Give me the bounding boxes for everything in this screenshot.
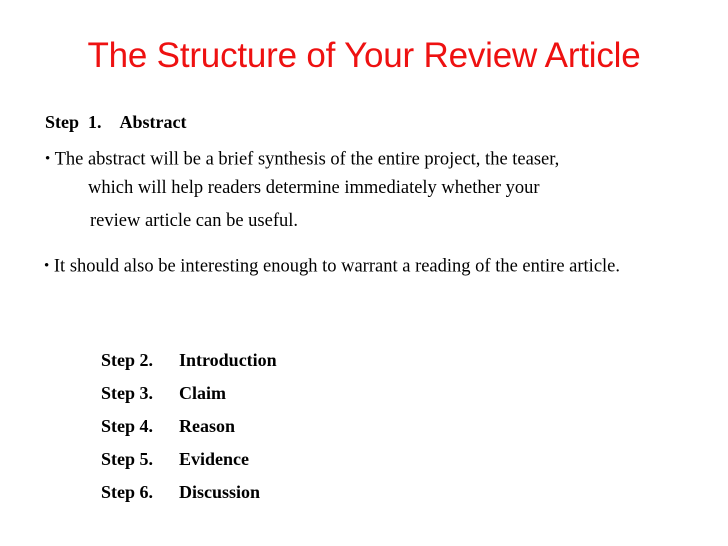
step-number: Step 5. — [101, 449, 154, 469]
bullet-2-text: It should also be interesting enough to … — [53, 256, 621, 277]
step-number: Step 2. — [101, 350, 154, 370]
step-name: Discussion — [179, 482, 261, 502]
bullet-1-line-1-text: The abstract will be a brief synthesis o… — [54, 149, 560, 170]
bullet-1-line-3: review article can be useful. — [90, 210, 299, 231]
step-name: Introduction — [179, 350, 277, 370]
step-name: Evidence — [179, 449, 249, 469]
step-list-item: Step 2. Introduction — [65, 311, 277, 370]
step-number: Step 6. — [101, 482, 154, 502]
step-number: Step 3. — [101, 383, 154, 403]
step-name: Reason — [179, 416, 236, 436]
step-1-heading: Step 1. Abstract — [45, 112, 187, 132]
step-name: Claim — [179, 383, 226, 403]
bullet-1-line-2: which will help readers determine immedi… — [88, 177, 540, 198]
step-number: Step 4. — [101, 416, 154, 436]
slide-body: Step 1. Abstract • The abstract will be … — [0, 0, 728, 546]
bullet-dot-icon: • — [44, 258, 50, 274]
bullet-1-line-1: • The abstract will be a brief synthesis… — [45, 147, 705, 172]
step-list: Step 2. Introduction Step 3. Claim Step 4.… — [65, 311, 277, 502]
bullet-dot-icon: • — [45, 151, 51, 167]
slide: The Structure of Your Review Article Ste… — [0, 0, 728, 546]
bullet-item-1: • The abstract will be a brief synthesis… — [45, 147, 705, 237]
bullet-item-2: • It should also be interesting enough t… — [44, 256, 714, 278]
